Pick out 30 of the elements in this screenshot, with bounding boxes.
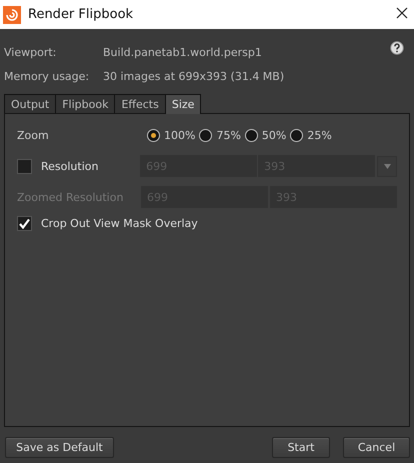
dialog-button[interactable]: Start (272, 437, 330, 458)
radio-button[interactable] (290, 128, 304, 142)
info-label: Viewport: (4, 45, 58, 61)
radio-label: 100% (164, 128, 196, 142)
app-logo-icon (3, 6, 21, 24)
radio-button[interactable] (199, 128, 212, 142)
tab[interactable]: Size (164, 94, 202, 114)
checkbox-label: Crop Out View Mask Overlay (41, 216, 198, 230)
checkbox[interactable] (17, 216, 32, 230)
dialog-button[interactable]: Cancel (343, 437, 410, 458)
tab[interactable]: Flipbook (55, 94, 116, 113)
info-label: Memory usage: (4, 69, 90, 85)
field-label: Zoom (17, 128, 50, 142)
info-value: Build.panetab1.world.persp1 (103, 45, 263, 61)
window-title: Render Flipbook (28, 7, 134, 22)
radio-button[interactable] (147, 128, 160, 142)
close-icon[interactable] (396, 6, 408, 18)
field-label: Zoomed Resolution (17, 190, 124, 204)
dropdown-arrow-icon[interactable] (384, 164, 391, 168)
tab[interactable]: Effects (114, 94, 166, 113)
radio-label: 50% (262, 128, 286, 142)
info-value: 30 images at 699x393 (31.4 MB) (103, 69, 286, 85)
checkbox-label: Resolution (41, 160, 98, 172)
checkbox[interactable] (17, 158, 32, 174)
radio-label: 75% (216, 128, 241, 142)
help-icon[interactable] (390, 41, 404, 55)
dialog-button[interactable]: Save as Default (5, 437, 114, 458)
tab[interactable]: Output (4, 94, 56, 113)
radio-label: 25% (307, 128, 332, 142)
radio-button[interactable] (244, 128, 258, 142)
